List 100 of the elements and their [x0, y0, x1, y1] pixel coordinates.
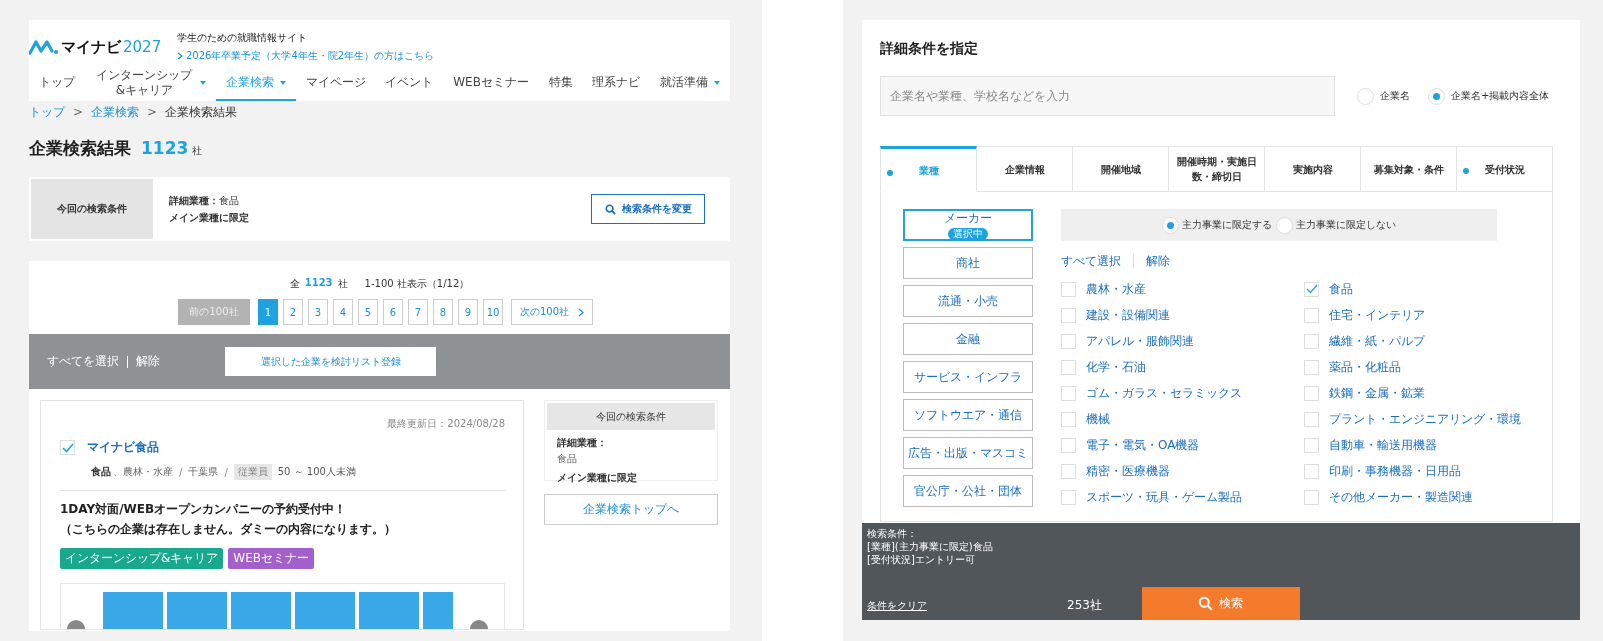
wave-logo-icon	[29, 39, 59, 55]
select-all-link[interactable]: すべてを選択	[47, 353, 119, 370]
site-logo[interactable]: マイナビ2027	[29, 37, 177, 57]
filter-tab[interactable]: 受付状況	[1457, 146, 1553, 192]
page-button[interactable]: 1	[258, 299, 278, 325]
industry-checkbox[interactable]: 電子・電気・OA機器	[1061, 437, 1304, 453]
page-button[interactable]: 7	[408, 299, 428, 325]
category-button[interactable]: メーカー 選択中	[903, 209, 1033, 241]
meta-separator: /	[179, 466, 183, 478]
nav-tab[interactable]: 就活準備	[650, 64, 731, 101]
page-button[interactable]: 6	[383, 299, 403, 325]
checkbox[interactable]	[60, 440, 75, 455]
page-button[interactable]: 4	[333, 299, 353, 325]
condition-summary: [受付状況]エントリー可	[867, 554, 975, 566]
page-button[interactable]: 8	[433, 299, 453, 325]
conditions-heading: 検索条件：	[867, 528, 917, 540]
category-button[interactable]: 金融	[903, 323, 1033, 355]
industry-checkbox[interactable]: 食品	[1304, 281, 1534, 297]
filter-tab[interactable]: 企業情報	[977, 146, 1073, 192]
limit-radio[interactable]: 主力事業に限定する	[1162, 216, 1272, 234]
page-button[interactable]: 2	[283, 299, 303, 325]
page-button[interactable]: 3	[308, 299, 328, 325]
breadcrumb-separator: >	[147, 105, 158, 119]
category-button[interactable]: 官公庁・公社・団体	[903, 475, 1033, 507]
filter-tab[interactable]: 開催時期・実施日数・締切日	[1169, 146, 1265, 192]
company-name-link[interactable]: マイナビ食品	[87, 439, 159, 456]
scope-radio[interactable]: 企業名+掲載内容全体	[1428, 87, 1550, 105]
industry-checkbox[interactable]: ゴム・ガラス・セラミックス	[1061, 385, 1304, 401]
breadcrumb-separator: >	[73, 105, 84, 119]
updated-date: 最終更新日：2024/08/28	[386, 417, 505, 431]
clear-conditions-link[interactable]: 条件をクリア	[867, 599, 927, 613]
next-page-button[interactable]: 次の100社	[511, 299, 593, 325]
industry-checkbox[interactable]: スポーツ・玩具・ゲーム製品	[1061, 489, 1304, 505]
industry-checkbox[interactable]: 機械	[1061, 411, 1304, 427]
category-tag: インターンシップ&キャリア	[60, 548, 224, 569]
register-list-button[interactable]: 選択した企業を検討リスト登録	[225, 347, 436, 376]
industry-checkbox[interactable]: 自動車・輸送用機器	[1304, 437, 1534, 453]
industry-checkbox[interactable]: 建設・設備関連	[1061, 307, 1304, 323]
clear-link[interactable]: 解除	[1146, 252, 1170, 270]
company-meta: 、農林・水産	[113, 465, 173, 479]
industry-checkbox[interactable]: 住宅・インテリア	[1304, 307, 1534, 323]
search-icon	[604, 203, 616, 215]
meta-separator: /	[224, 466, 228, 478]
keyword-search-field[interactable]: 企業名や業種、学校名などを入力	[880, 76, 1335, 116]
industry-checkbox[interactable]: 印刷・事務機器・日用品	[1304, 463, 1534, 479]
category-button[interactable]: サービス・インフラ	[903, 361, 1033, 393]
select-all-link[interactable]: すべて選択	[1061, 252, 1121, 270]
industry-checkbox[interactable]: 農林・水産	[1061, 281, 1304, 297]
nav-tab[interactable]: トップ	[29, 64, 85, 101]
change-conditions-button[interactable]: 検索条件を変更	[591, 194, 705, 224]
category-button[interactable]: ソフトウエア・通信	[903, 399, 1033, 431]
nav-tab[interactable]: インターンシップ&キャリア	[84, 64, 217, 101]
sidebar-title: 今回の検索条件	[547, 403, 715, 430]
category-tag: WEBセミナー	[228, 548, 315, 569]
nav-tab[interactable]: 特集	[538, 64, 583, 101]
graduate-link[interactable]: 2026年卒業予定（大学4年生・院2年生）の方はこちら	[177, 49, 435, 63]
search-top-button[interactable]: 企業検索トップへ	[544, 494, 718, 525]
summary-prefix: 全	[289, 277, 300, 291]
nav-tab[interactable]: WEBセミナー	[443, 64, 539, 101]
filter-tab[interactable]: 開催地域	[1073, 146, 1169, 192]
caret-icon	[200, 80, 207, 85]
filter-tab[interactable]: 実施内容	[1265, 146, 1361, 192]
summary-range: 1-100 社表示（1/12）	[364, 277, 470, 291]
summary-unit: 社	[337, 277, 348, 291]
page-button[interactable]: 10	[483, 299, 503, 325]
site-tagline: 学生のための就職情報サイト	[177, 31, 308, 45]
industry-checkbox[interactable]: 精密・医療機器	[1061, 463, 1304, 479]
filter-tab[interactable]: 募集対象・条件	[1361, 146, 1457, 192]
summary-count: 1123	[304, 277, 333, 290]
filter-tab[interactable]: 業種	[880, 146, 977, 192]
category-button[interactable]: 広告・出版・マスコミ	[903, 437, 1033, 469]
condition-summary: [業種](主力事業に限定)食品	[867, 541, 993, 553]
breadcrumb-link[interactable]: トップ	[29, 103, 65, 121]
condition-text: メイン業種に限定	[169, 210, 250, 225]
breadcrumb-link[interactable]: 企業検索	[91, 103, 140, 121]
industry-checkbox[interactable]: アパレル・服飾関連	[1061, 333, 1304, 349]
industry-checkbox[interactable]: 化学・石油	[1061, 359, 1304, 375]
page-button[interactable]: 5	[358, 299, 378, 325]
industry-checkbox[interactable]: その他メーカー・製造関連	[1304, 489, 1534, 505]
employee-label: 従業員	[233, 464, 272, 480]
nav-tab[interactable]: 理系ナビ	[582, 64, 651, 101]
description-text: 1DAY対面/WEBオープンカンパニーの予約受付中！	[60, 501, 348, 518]
nav-tab[interactable]: 企業検索	[216, 64, 296, 101]
industry-checkbox[interactable]: 鉄鋼・金属・鉱業	[1304, 385, 1534, 401]
clear-link[interactable]: 解除	[136, 353, 160, 370]
breadcrumb-current: 企業検索結果	[165, 103, 238, 121]
industry-checkbox[interactable]: 繊維・紙・パルプ	[1304, 333, 1534, 349]
nav-tab[interactable]: イベント	[375, 64, 444, 101]
caret-icon	[279, 80, 286, 85]
category-button[interactable]: 商社	[903, 247, 1033, 279]
limit-radio[interactable]: 主力事業に限定しない	[1276, 216, 1396, 234]
industry-checkbox[interactable]: 薬品・化粧品	[1304, 359, 1534, 375]
page-title: 企業検索結果	[29, 137, 131, 160]
company-meta: 50 ～ 100人未満	[277, 465, 356, 479]
category-button[interactable]: 流通・小売	[903, 285, 1033, 317]
page-button[interactable]: 9	[458, 299, 478, 325]
search-icon	[1198, 596, 1214, 611]
nav-tab[interactable]: マイページ	[295, 64, 376, 101]
scope-radio[interactable]: 企業名	[1357, 87, 1410, 105]
industry-checkbox[interactable]: プラント・エンジニアリング・環境	[1304, 411, 1534, 427]
